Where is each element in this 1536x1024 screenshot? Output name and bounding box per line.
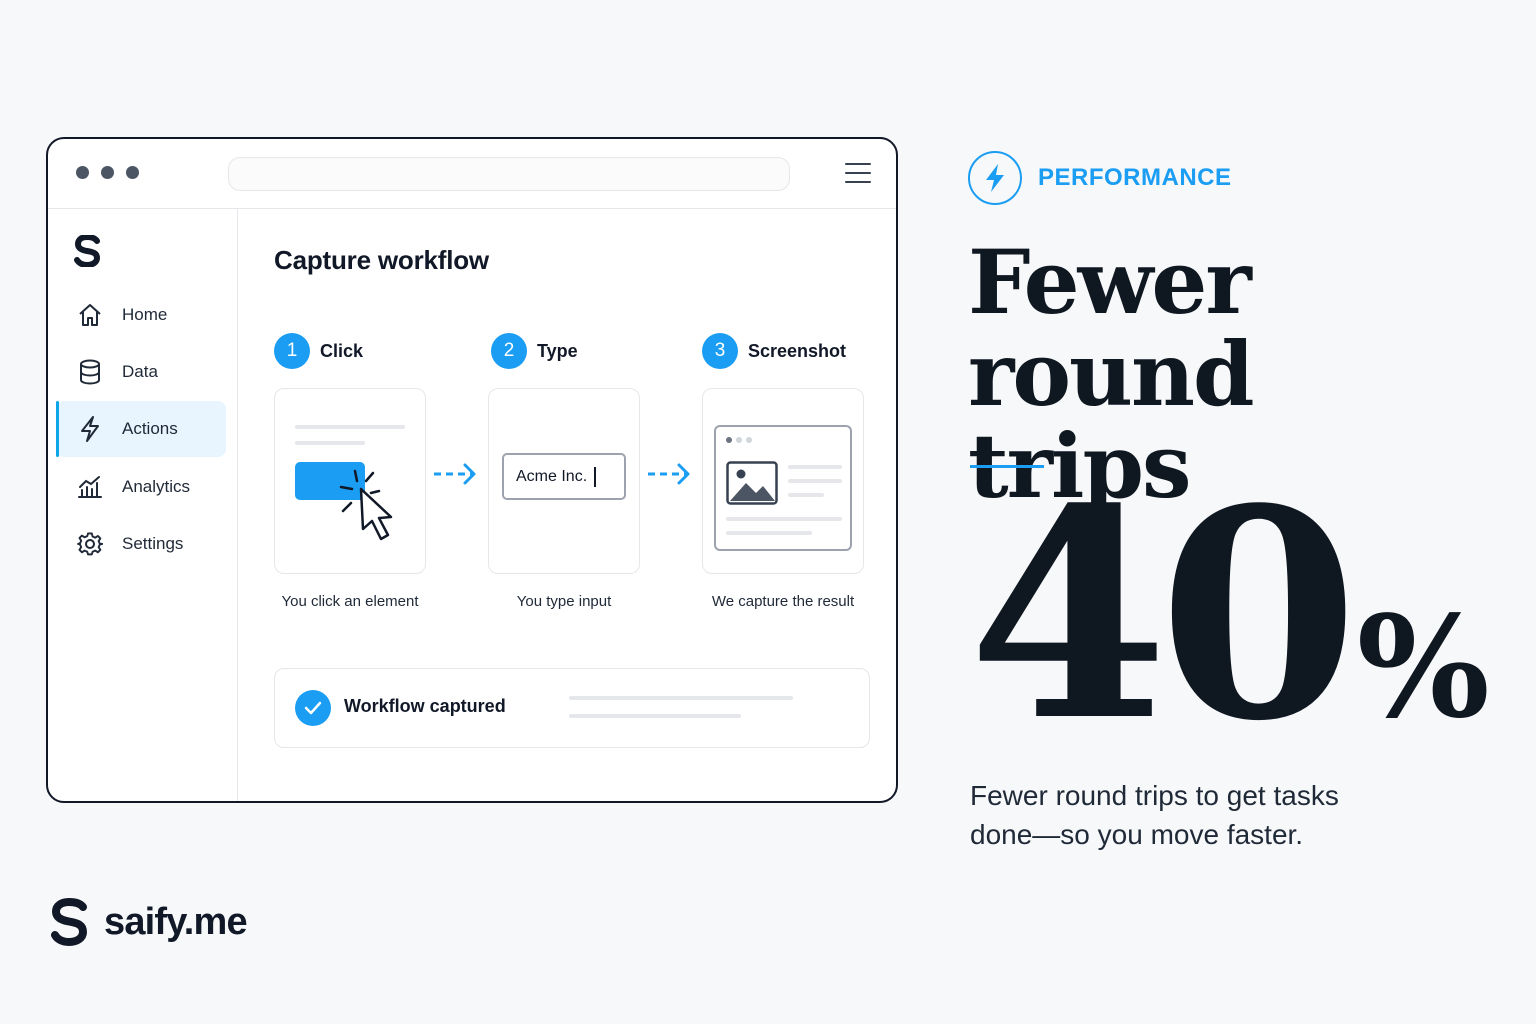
app-logo-icon [74, 233, 102, 272]
window-titlebar [48, 139, 896, 209]
sidebar-item-label: Analytics [122, 477, 191, 496]
step-number-badge: 1 [274, 333, 310, 369]
step-caption: You click an element [281, 593, 419, 610]
step-header-click: 1 Click [274, 333, 363, 369]
app-window: Home Data Actions Analytics Settings Cap… [46, 137, 898, 803]
sidebar-item-label: Settings [122, 534, 184, 553]
sidebar-item-home[interactable]: Home [56, 287, 226, 343]
category-label: PERFORMANCE [1038, 164, 1232, 191]
sidebar-item-label: Data [122, 362, 158, 381]
brand-mark-icon [51, 898, 88, 946]
brand-logo[interactable]: saify.me [50, 898, 248, 946]
sidebar-item-analytics[interactable]: Analytics [56, 459, 226, 515]
stat-figure: 40 % [968, 446, 1490, 784]
sidebar-item-actions[interactable]: Actions [56, 401, 226, 457]
chart-icon [76, 473, 104, 501]
text-caret [594, 466, 597, 487]
step-label: Type [537, 340, 578, 361]
step-number-badge: 2 [491, 333, 527, 369]
description-text: Fewer round trips to get tasks done—so y… [970, 780, 1339, 850]
window-dot-icon[interactable] [101, 166, 114, 179]
screenshot-preview [714, 425, 852, 551]
workflow-status-bar: Workflow captured [274, 668, 870, 748]
check-icon [295, 690, 331, 726]
sidebar: Home Data Actions Analytics Settings [48, 209, 238, 801]
arrow-right-icon [648, 463, 690, 485]
gear-icon [76, 530, 104, 558]
window-controls [76, 166, 139, 179]
step-header-screenshot: 3 Screenshot [702, 333, 846, 369]
headline-line: Fewer [968, 230, 1252, 334]
window-dot-icon[interactable] [76, 166, 89, 179]
lightning-icon [968, 151, 1022, 205]
window-dot-icon[interactable] [126, 166, 139, 179]
sidebar-item-label: Home [122, 305, 168, 324]
sidebar-item-label: Actions [122, 419, 178, 438]
brand-name: saify.me [104, 900, 248, 943]
step-caption: You type input [516, 593, 612, 610]
input-value: Acme Inc. [516, 467, 588, 485]
database-icon [76, 358, 104, 386]
text-input-example[interactable]: Acme Inc. [502, 453, 626, 500]
status-text: Workflow captured [344, 696, 506, 716]
sidebar-item-data[interactable]: Data [56, 344, 226, 400]
step-caption: We capture the result [711, 593, 855, 610]
stat-unit: % [1356, 586, 1490, 750]
hamburger-menu-icon[interactable] [845, 163, 871, 183]
step-card-click [274, 388, 426, 574]
arrow-right-icon [434, 463, 476, 485]
category-badge: PERFORMANCE [968, 151, 1232, 205]
sidebar-item-settings[interactable]: Settings [56, 516, 226, 572]
image-placeholder-icon [726, 461, 778, 505]
step-header-type: 2 Type [491, 333, 578, 369]
stat-number: 40 [968, 446, 1359, 784]
step-label: Screenshot [748, 340, 847, 361]
address-bar[interactable] [228, 157, 790, 191]
step-number-badge: 3 [702, 333, 738, 369]
cursor-click-icon [339, 469, 393, 541]
lightning-icon [76, 415, 104, 443]
step-card-screenshot [702, 388, 864, 574]
page-title: Capture workflow [274, 245, 489, 275]
step-label: Click [320, 340, 364, 361]
step-card-type: Acme Inc. [488, 388, 640, 574]
home-icon [76, 301, 104, 329]
